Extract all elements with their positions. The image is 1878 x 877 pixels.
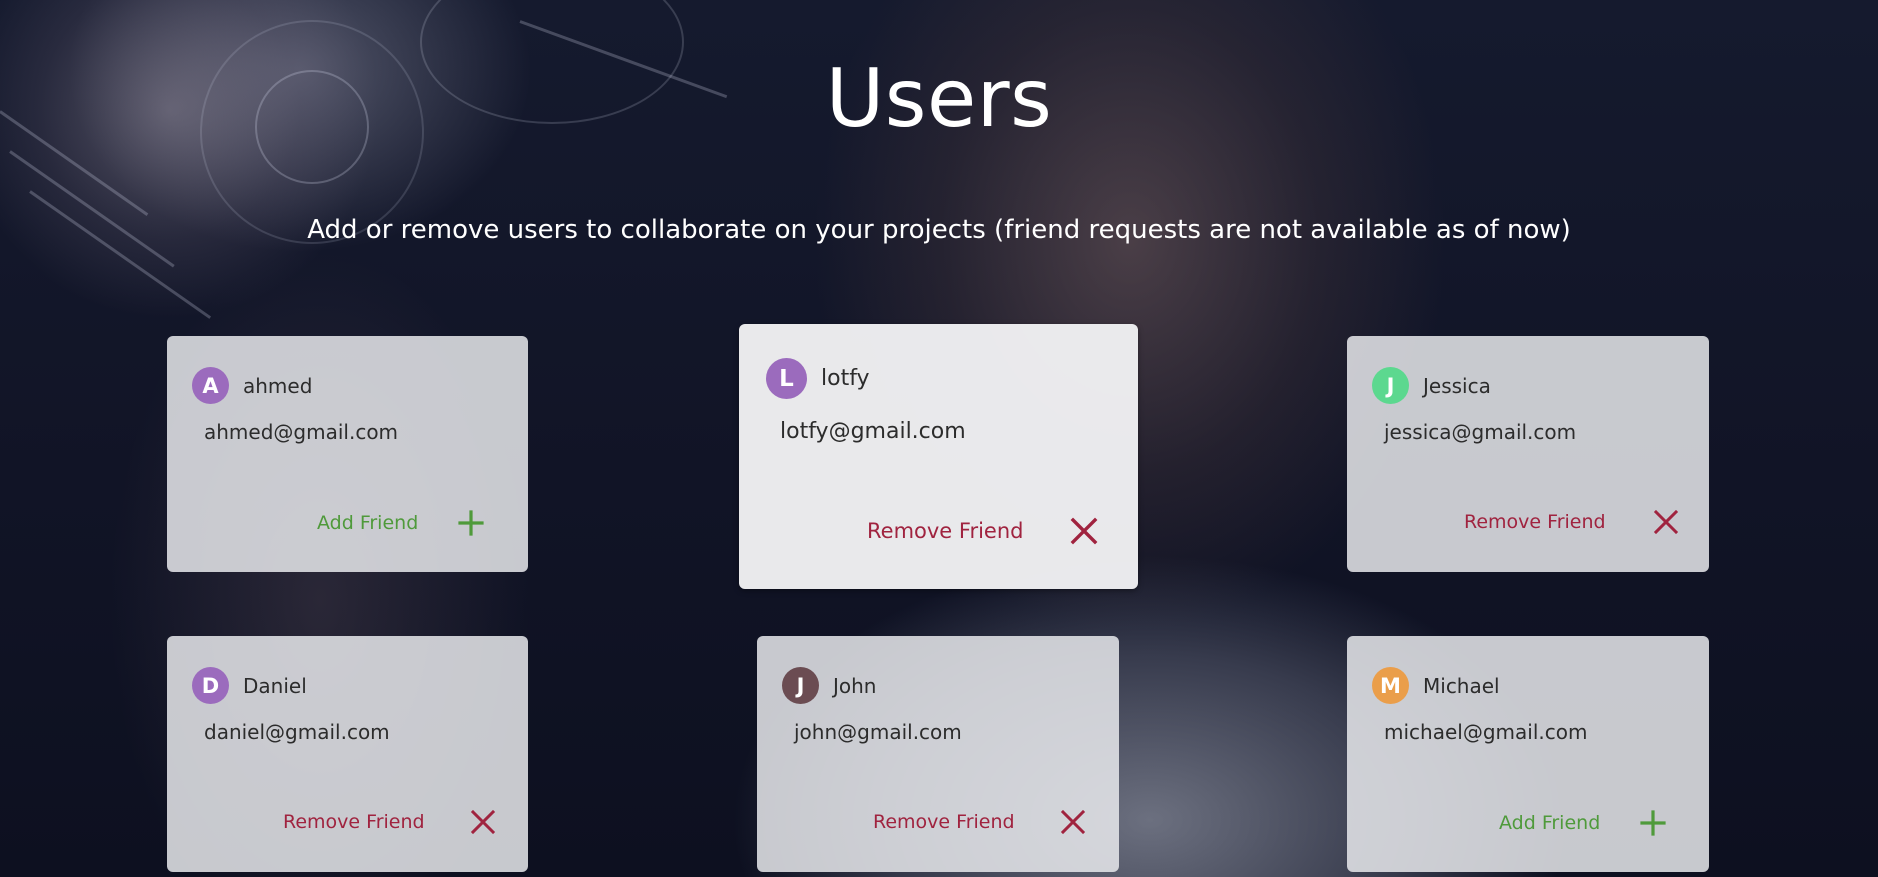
add-friend-button[interactable]: Add Friend [317,510,484,536]
add-friend-label: Add Friend [317,512,419,534]
user-card-header: J Jessica [1372,367,1491,404]
user-name: Jessica [1423,373,1491,398]
user-card-header: M Michael [1372,667,1500,704]
user-email: daniel@gmail.com [204,720,390,744]
user-card: A ahmed ahmed@gmail.com Add Friend [167,336,528,572]
avatar: J [782,667,819,704]
remove-friend-button[interactable]: Remove Friend [283,810,495,834]
user-card-header: D Daniel [192,667,307,704]
remove-friend-button[interactable]: Remove Friend [1464,510,1678,534]
remove-friend-button[interactable]: Remove Friend [873,810,1085,834]
user-name: Michael [1423,673,1500,698]
user-card: D Daniel daniel@gmail.com Remove Friend [167,636,528,872]
user-email: jessica@gmail.com [1384,420,1577,444]
avatar: J [1372,367,1409,404]
user-card: M Michael michael@gmail.com Add Friend [1347,636,1709,872]
user-name: ahmed [243,373,313,398]
user-name: lotfy [821,366,870,391]
user-card: J John john@gmail.com Remove Friend [757,636,1119,872]
avatar: A [192,367,229,404]
plus-icon[interactable] [1640,810,1666,836]
page-title: Users [825,52,1053,145]
remove-friend-label: Remove Friend [283,811,425,833]
remove-friend-label: Remove Friend [867,519,1024,543]
user-card-header: L lotfy [766,358,870,399]
avatar: M [1372,667,1409,704]
user-card: L lotfy lotfy@gmail.com Remove Friend [739,324,1138,589]
user-email: ahmed@gmail.com [204,420,399,444]
user-email: john@gmail.com [794,720,962,744]
avatar: D [192,667,229,704]
page-subtitle: Add or remove users to collaborate on yo… [307,215,1571,245]
user-name: Daniel [243,673,307,698]
close-icon[interactable] [1070,517,1098,545]
user-card: J Jessica jessica@gmail.com Remove Frien… [1347,336,1709,572]
close-icon[interactable] [470,810,495,834]
user-email: lotfy@gmail.com [780,419,966,444]
remove-friend-label: Remove Friend [1464,511,1606,533]
user-card-header: J John [782,667,877,704]
user-email: michael@gmail.com [1384,720,1588,744]
close-icon[interactable] [1653,510,1678,534]
user-card-header: A ahmed [192,367,312,404]
avatar: L [766,358,807,399]
remove-friend-label: Remove Friend [873,811,1015,833]
plus-icon[interactable] [458,510,484,536]
close-icon[interactable] [1060,810,1085,834]
add-friend-label: Add Friend [1499,812,1601,834]
add-friend-button[interactable]: Add Friend [1499,810,1666,836]
user-name: John [833,673,877,698]
remove-friend-button[interactable]: Remove Friend [867,517,1098,545]
